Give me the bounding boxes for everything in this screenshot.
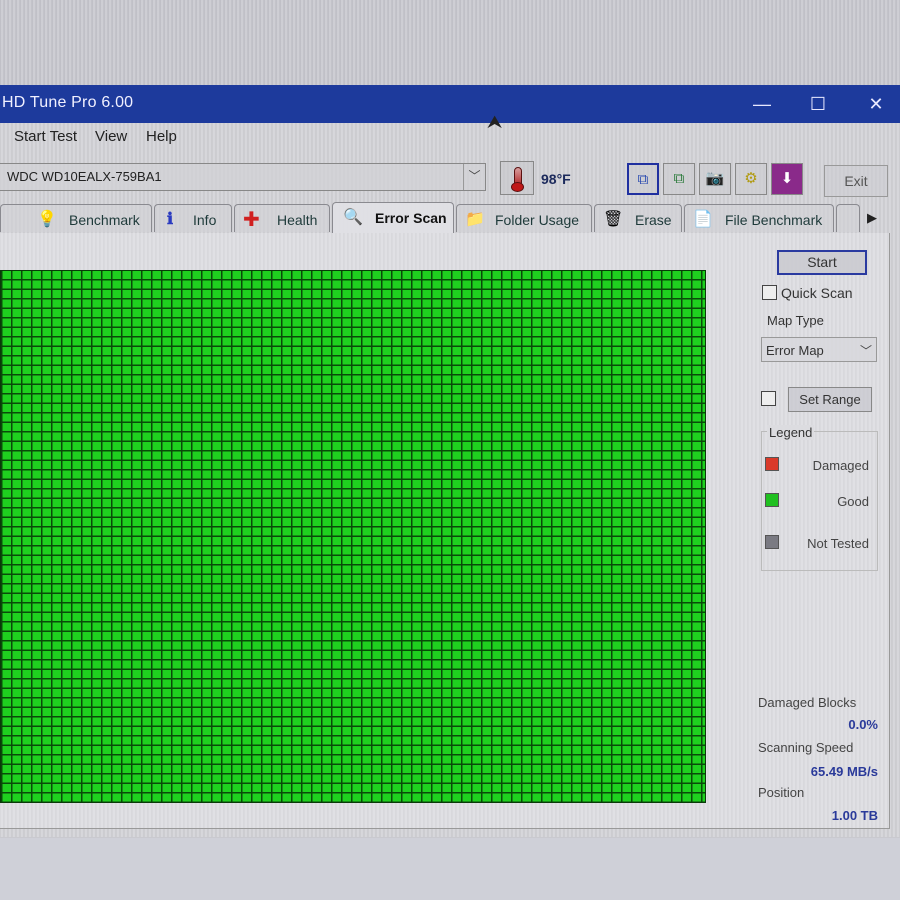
save-download-icon: ⬇: [780, 170, 794, 187]
mouse-cursor-icon: ⮝: [487, 112, 503, 132]
error-scan-controls: Start Quick Scan Map Type Error Map ﹀ Se…: [756, 233, 890, 829]
minimize-button[interactable]: —: [742, 89, 782, 119]
start-button[interactable]: Start: [777, 250, 867, 275]
scan-stats: Damaged Blocks 0.0% Scanning Speed 65.49…: [756, 693, 882, 833]
copy-text-icon: ⧉: [637, 171, 649, 188]
menu-start-test[interactable]: Start Test: [14, 128, 77, 145]
legend: Legend Damaged Good Not Tested: [761, 425, 878, 571]
menu-bar: Start Test View Help: [0, 123, 900, 151]
copy-screenshot-icon: ⧉: [673, 170, 685, 187]
menu-help[interactable]: Help: [146, 128, 177, 145]
lightbulb-icon: 💡: [37, 211, 57, 228]
good-swatch: [765, 493, 779, 507]
health-cross-icon: ✚: [243, 209, 260, 231]
trash-icon: 🗑: [603, 211, 624, 228]
drive-toolbar: WDC WD10EALX-759BA1 ﹀ 98°F ⧉ ⧉ 📷 ⚙ ⬇ Exi…: [0, 161, 900, 197]
damaged-blocks-value: 0.0%: [848, 717, 878, 732]
tab-label: Info: [193, 212, 217, 228]
map-type-label: Map Type: [767, 313, 824, 328]
legend-title: Legend: [767, 425, 815, 440]
tab-bar: 💡 Benchmark ℹ Info ✚ Health 🔍 Error Scan…: [0, 202, 900, 234]
tab-scroll-right-icon[interactable]: ▶: [862, 206, 882, 230]
info-icon: ℹ: [167, 211, 174, 228]
camera-icon: 📷: [705, 170, 725, 187]
title-bar[interactable]: HD Tune Pro 6.00 — ☐ ✕: [0, 85, 900, 123]
temperature-value: 98°F: [541, 171, 571, 187]
tab-label: Error Scan: [375, 210, 447, 226]
copy-screenshot-button[interactable]: ⧉: [663, 163, 695, 195]
maximize-button[interactable]: ☐: [798, 89, 838, 119]
menu-view[interactable]: View: [95, 128, 127, 145]
close-button[interactable]: ✕: [856, 89, 896, 119]
drive-select[interactable]: WDC WD10EALX-759BA1 ﹀: [0, 163, 486, 191]
tab-health[interactable]: ✚ Health: [234, 204, 330, 232]
map-type-value: Error Map: [766, 343, 824, 358]
legend-good-label: Good: [837, 494, 869, 509]
thermometer-bulb-icon: [511, 182, 524, 192]
scanning-speed-label: Scanning Speed: [758, 740, 854, 755]
folder-icon: 📁: [465, 211, 485, 228]
tab-file-benchmark[interactable]: 📄 File Benchmark: [684, 204, 834, 232]
quick-scan-checkbox[interactable]: [762, 285, 777, 300]
magnifier-icon: 🔍: [343, 209, 363, 226]
tab-label: Health: [277, 212, 318, 228]
damaged-blocks-label: Damaged Blocks: [758, 695, 857, 710]
legend-damaged-label: Damaged: [812, 458, 869, 473]
tab-label: File Benchmark: [725, 212, 823, 228]
damaged-swatch: [765, 457, 779, 471]
desktop-background: [0, 838, 900, 900]
temperature-button[interactable]: [500, 161, 534, 195]
tab-folder-usage[interactable]: 📁 Folder Usage: [456, 204, 592, 232]
tab-benchmark[interactable]: 💡 Benchmark: [0, 204, 152, 232]
tab-label: Erase: [635, 212, 672, 228]
tab-error-scan[interactable]: 🔍 Error Scan: [332, 202, 454, 233]
scanning-speed-value: 65.49 MB/s: [810, 764, 878, 779]
options-coins-icon: ⚙: [744, 170, 758, 187]
tab-hidden-next[interactable]: [836, 204, 860, 232]
not-tested-swatch: [765, 535, 779, 549]
legend-not-tested-label: Not Tested: [807, 536, 869, 551]
chevron-down-icon[interactable]: ﹀: [463, 164, 485, 190]
position-value: 1.00 TB: [831, 808, 878, 823]
drive-select-value: WDC WD10EALX-759BA1: [7, 169, 162, 184]
tab-label: Folder Usage: [495, 212, 580, 228]
camera-button[interactable]: 📷: [699, 163, 731, 195]
monitor-background: [0, 0, 900, 86]
window-title: HD Tune Pro 6.00: [2, 94, 134, 111]
chevron-down-icon: ﹀: [859, 344, 872, 358]
map-type-select[interactable]: Error Map ﹀: [761, 337, 877, 362]
file-benchmark-icon: 📄: [693, 211, 713, 228]
options-button[interactable]: ⚙: [735, 163, 767, 195]
error-scan-panel: Start Quick Scan Map Type Error Map ﹀ Se…: [0, 233, 890, 829]
set-range-checkbox[interactable]: [761, 391, 776, 406]
quick-scan-label[interactable]: Quick Scan: [781, 285, 853, 301]
position-label: Position: [758, 785, 805, 800]
exit-button[interactable]: Exit: [824, 165, 888, 197]
copy-text-button[interactable]: ⧉: [627, 163, 659, 195]
tab-info[interactable]: ℹ Info: [154, 204, 232, 232]
tab-label: Benchmark: [69, 212, 140, 228]
hd-tune-window: HD Tune Pro 6.00 — ☐ ✕ Start Test View H…: [0, 85, 900, 837]
tab-erase[interactable]: 🗑 Erase: [594, 204, 682, 232]
save-button[interactable]: ⬇: [771, 163, 803, 195]
error-map-grid: [0, 270, 706, 803]
set-range-button[interactable]: Set Range: [788, 387, 872, 412]
